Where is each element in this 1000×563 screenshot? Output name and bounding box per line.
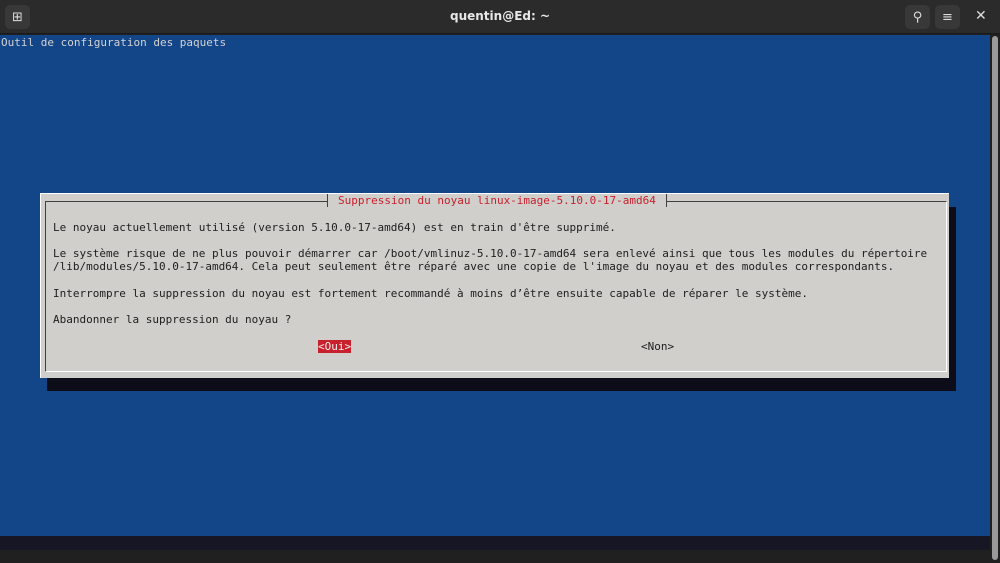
- title-bar: ⊞ quentin@Ed: ~ ⚲ ≡ ✕: [0, 0, 1000, 34]
- dialog-text-line: Le système risque de ne plus pouvoir dém…: [53, 247, 928, 260]
- terminal-bottom: [0, 536, 990, 550]
- dialog-title: Suppression du noyau linux-image-5.10.0-…: [327, 194, 667, 207]
- menu-button[interactable]: ≡: [935, 5, 960, 29]
- dialog: Suppression du noyau linux-image-5.10.0-…: [40, 193, 949, 378]
- close-icon: ✕: [975, 8, 987, 24]
- window-title: quentin@Ed: ~: [449, 9, 551, 23]
- hamburger-icon: ≡: [942, 9, 953, 25]
- search-icon: ⚲: [912, 9, 923, 25]
- dialog-text-line: /lib/modules/5.10.0-17-amd64. Cela peut …: [53, 260, 895, 273]
- yes-button[interactable]: <Oui>: [318, 340, 352, 353]
- terminal-header: Outil de configuration des paquets: [1, 36, 227, 49]
- no-button[interactable]: <Non>: [641, 340, 674, 353]
- search-button[interactable]: ⚲: [905, 5, 930, 29]
- scrollbar[interactable]: [992, 36, 998, 560]
- dialog-text-line: Interrompre la suppression du noyau est …: [53, 287, 808, 300]
- dialog-text-line: Le noyau actuellement utilisé (version 5…: [53, 221, 616, 234]
- close-button[interactable]: ✕: [975, 8, 987, 24]
- dialog-question: Abandonner la suppression du noyau ?: [53, 313, 292, 326]
